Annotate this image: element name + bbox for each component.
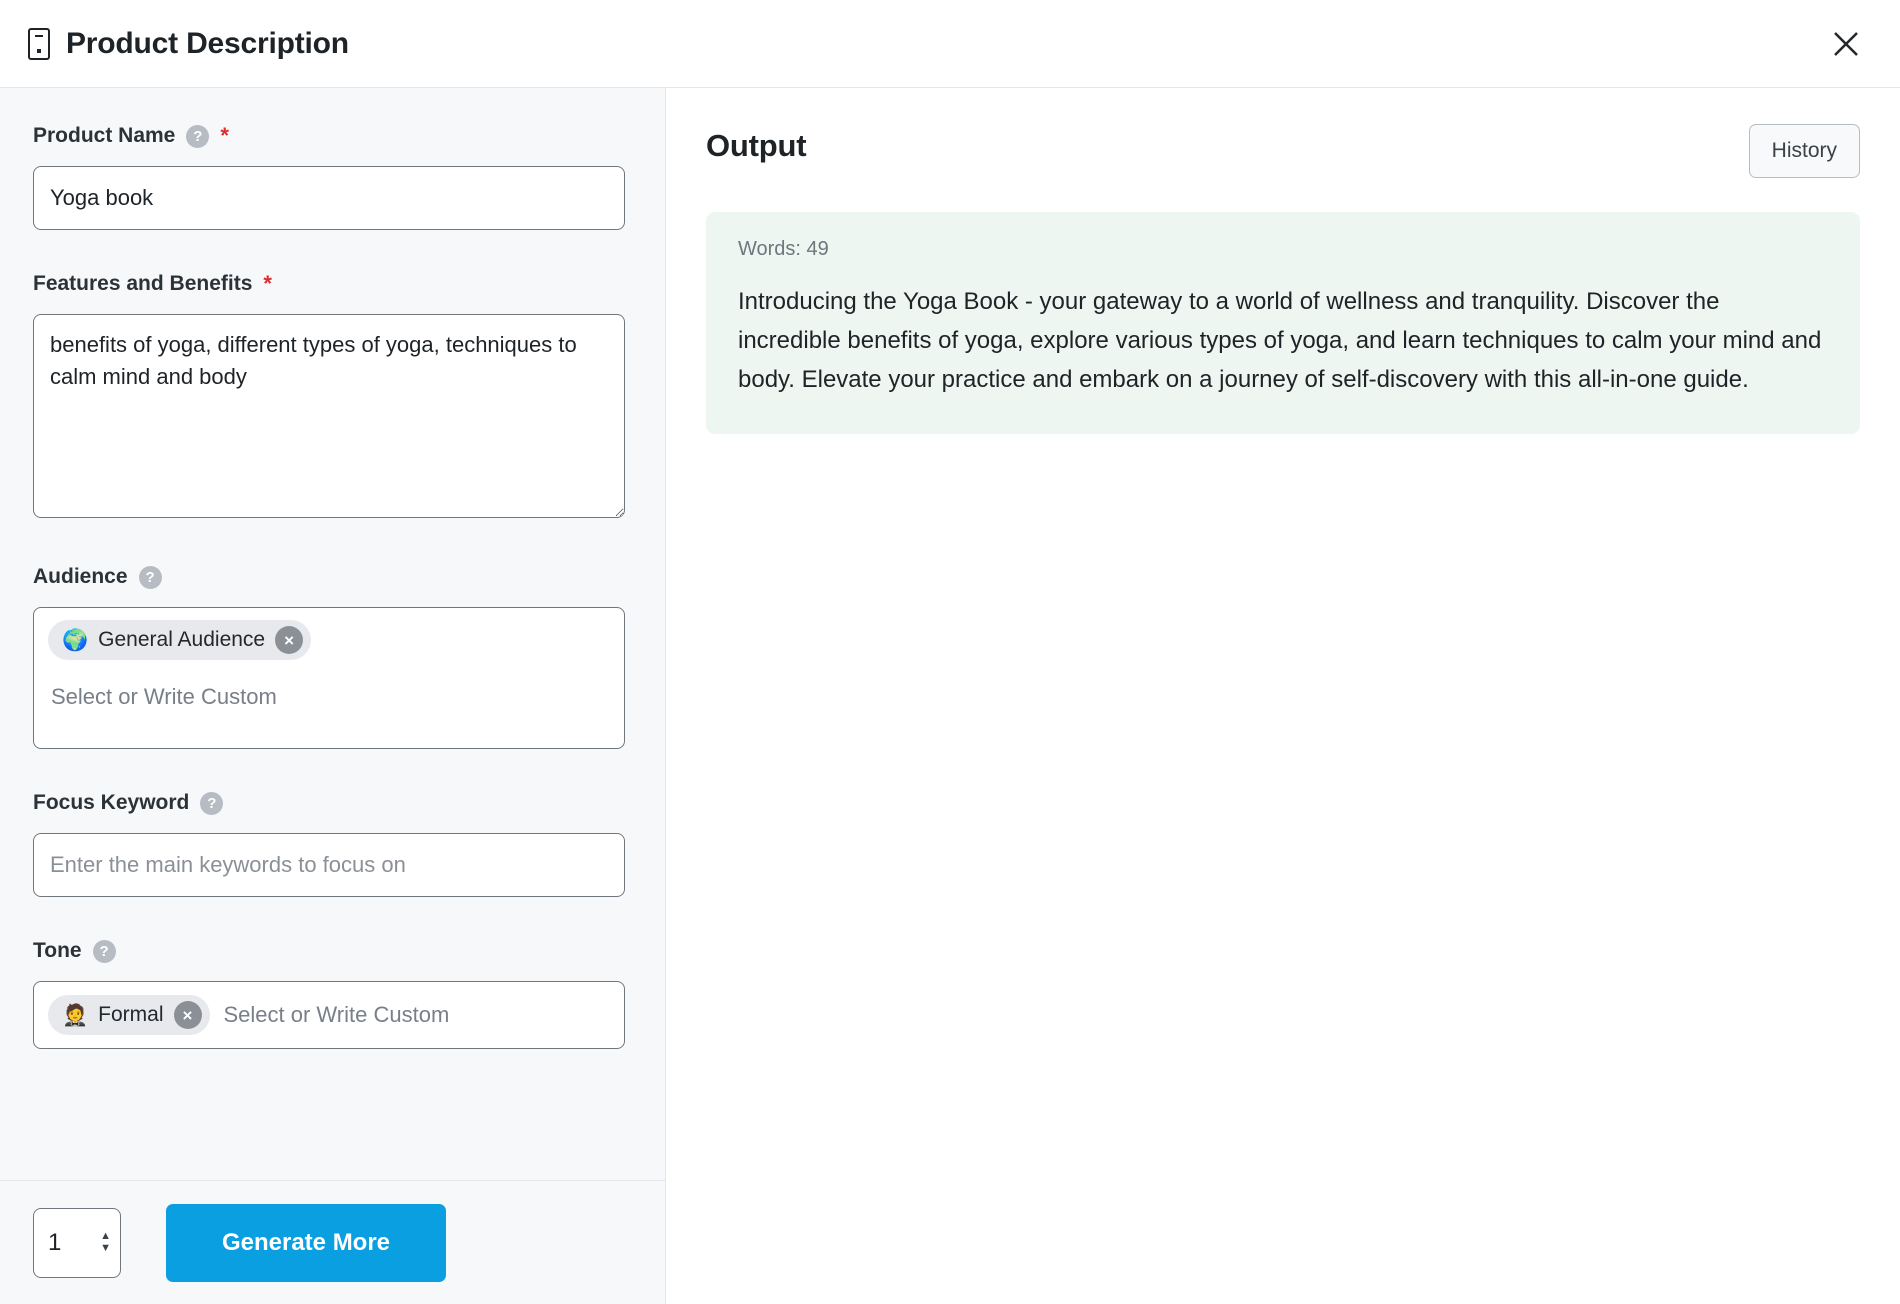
stepper-arrows[interactable]: ▲ ▼ [100, 1231, 111, 1254]
close-button[interactable] [1826, 24, 1866, 64]
quantity-value: 1 [48, 1228, 62, 1256]
close-icon [1834, 31, 1858, 56]
tone-multiselect[interactable]: 🤵 Formal × Select or Write Custom [33, 981, 625, 1049]
field-audience: Audience ? 🌍 General Audience × Select o… [33, 565, 625, 749]
page-title: Product Description [66, 26, 349, 60]
tone-label: Tone [33, 939, 82, 962]
help-icon[interactable]: ? [186, 124, 210, 148]
header-left-group: Product Description [28, 27, 349, 61]
product-name-input[interactable] [33, 166, 625, 230]
required-asterisk: * [263, 271, 272, 296]
tone-label-row: Tone ? [33, 939, 625, 963]
field-product-name: Product Name ? * [33, 124, 625, 230]
audience-multiselect[interactable]: 🌍 General Audience × Select or Write Cus… [33, 607, 625, 749]
history-button[interactable]: History [1748, 124, 1860, 178]
field-tone: Tone ? 🤵 Formal × Select or Write Custom [33, 939, 625, 1049]
quantity-stepper[interactable]: 1 ▲ ▼ [33, 1207, 121, 1278]
field-focus-keyword: Focus Keyword ? [33, 791, 625, 897]
stepper-down-icon[interactable]: ▼ [100, 1243, 111, 1254]
remove-chip-icon[interactable]: × [275, 626, 304, 654]
product-name-label-row: Product Name ? * [33, 124, 625, 148]
output-panel: Output History Words: 49 Introducing the… [666, 88, 1900, 1304]
form-scroll-area[interactable]: Product Name ? * Features and Benefits *… [0, 88, 665, 1180]
device-document-icon [28, 27, 50, 60]
stepper-up-icon[interactable]: ▲ [100, 1231, 111, 1242]
product-name-label: Product Name [33, 124, 176, 147]
modal-header: Product Description [0, 0, 1900, 88]
product-description-modal: Product Description Product Name ? * Yog… [0, 0, 1900, 1304]
focus-keyword-label-row: Focus Keyword ? [33, 791, 625, 815]
remove-chip-icon[interactable]: × [173, 1001, 202, 1029]
audience-chip-row: 🌍 General Audience × [48, 620, 610, 660]
generated-text: Introducing the Yoga Book - your gateway… [738, 288, 1822, 393]
tone-placeholder[interactable]: Select or Write Custom [224, 1002, 450, 1028]
audience-chip-label: General Audience [98, 628, 266, 651]
form-footer: 1 ▲ ▼ Generate More [0, 1180, 665, 1304]
generate-more-button[interactable]: Generate More [166, 1203, 446, 1282]
tone-chip-label: Formal [98, 1003, 164, 1026]
focus-keyword-label: Focus Keyword [33, 791, 190, 814]
audience-placeholder[interactable]: Select or Write Custom [48, 684, 610, 710]
audience-label: Audience [33, 565, 128, 588]
required-asterisk: * [220, 123, 229, 148]
help-icon[interactable]: ? [200, 791, 224, 815]
globe-icon: 🌍 [62, 628, 89, 652]
audience-chip[interactable]: 🌍 General Audience × [48, 620, 312, 660]
field-features-benefits: Features and Benefits * benefits of yoga… [33, 272, 625, 523]
output-result-card[interactable]: Words: 49 Introducing the Yoga Book - yo… [706, 212, 1860, 434]
tone-chip[interactable]: 🤵 Formal × [48, 995, 210, 1035]
modal-body: Product Name ? * Features and Benefits *… [0, 88, 1900, 1304]
word-count-label: Words: 49 [738, 238, 829, 260]
features-benefits-label-row: Features and Benefits * [33, 272, 625, 296]
help-icon[interactable]: ? [138, 565, 162, 589]
features-benefits-textarea[interactable]: benefits of yoga, different types of yog… [33, 314, 625, 518]
audience-label-row: Audience ? [33, 565, 625, 589]
help-icon[interactable]: ? [92, 939, 116, 963]
form-panel: Product Name ? * Features and Benefits *… [0, 88, 666, 1304]
output-title: Output [706, 128, 807, 163]
focus-keyword-input[interactable] [33, 833, 625, 897]
person-tuxedo-icon: 🤵 [62, 1003, 89, 1027]
features-benefits-label: Features and Benefits [33, 272, 253, 295]
output-header: Output History [706, 124, 1860, 178]
